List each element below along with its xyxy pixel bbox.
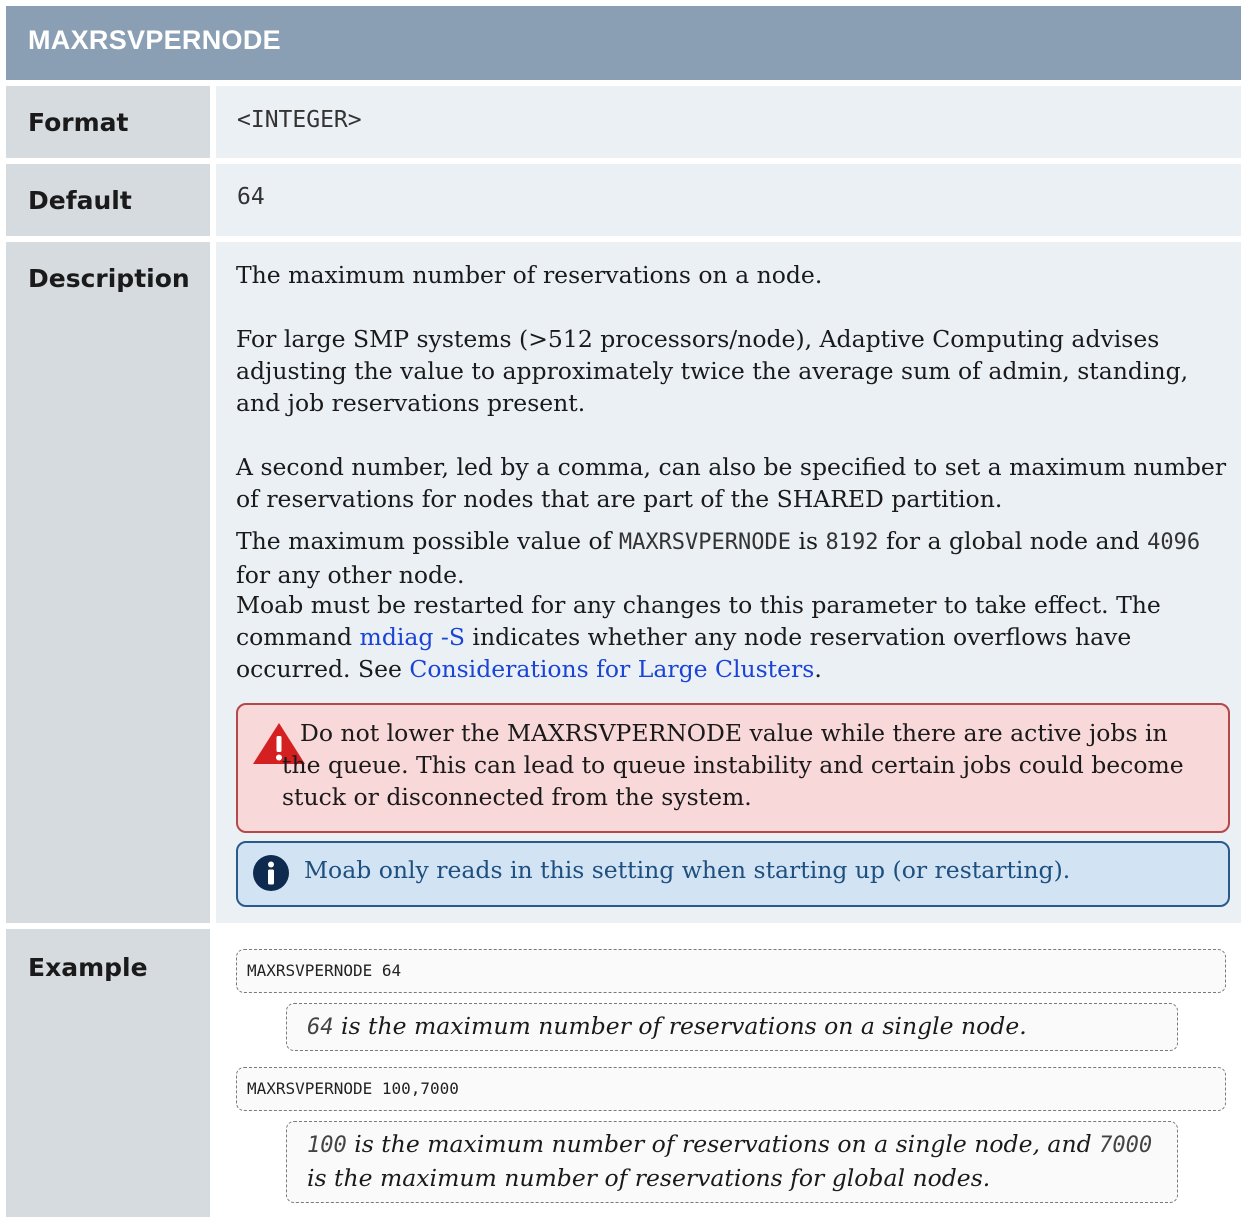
- inline-code: MAXRSVPERNODE: [618, 530, 792, 555]
- example-value-cell: MAXRSVPERNODE 64 64 is the maximum numbe…: [216, 929, 1241, 1217]
- info-text: Moab only reads in this setting when sta…: [304, 856, 1071, 884]
- inline-code: 64: [307, 1015, 334, 1040]
- description-paragraph-4: The maximum possible value of MAXRSVPERN…: [236, 527, 1201, 589]
- description-value-cell: The maximum number of reservations on a …: [216, 242, 1241, 923]
- example-row: Example MAXRSVPERNODE 64 64 is the maxim…: [6, 929, 1241, 1217]
- default-row: Default 64: [6, 164, 1241, 236]
- code-block: MAXRSVPERNODE 100,7000: [236, 1067, 1226, 1111]
- large-clusters-link[interactable]: Considerations for Large Clusters: [409, 655, 814, 683]
- parameter-table: MAXRSVPERNODE Format <INTEGER> Default 6…: [6, 6, 1241, 1217]
- inline-code: 8192: [825, 530, 879, 555]
- table-header: MAXRSVPERNODE: [6, 6, 1241, 86]
- inline-code: 100: [307, 1133, 347, 1158]
- parameter-title: MAXRSVPERNODE: [28, 25, 281, 55]
- mdiag-link[interactable]: mdiag -S: [360, 623, 465, 651]
- default-value-cell: 64: [216, 164, 1241, 236]
- warning-box: Do not lower the MAXRSVPERNODE value whi…: [236, 703, 1230, 833]
- info-circle-icon: [253, 855, 289, 891]
- description-paragraph-5: Moab must be restarted for any changes t…: [236, 591, 1161, 683]
- inline-code: 4096: [1147, 530, 1201, 555]
- format-value-cell: <INTEGER>: [216, 86, 1241, 158]
- default-label: Default: [28, 186, 132, 215]
- format-value: <INTEGER>: [237, 107, 362, 133]
- warning-text: Do not lower the MAXRSVPERNODE value whi…: [282, 719, 1184, 811]
- description-paragraph-2: For large SMP systems (>512 processors/n…: [236, 325, 1189, 417]
- example-note: 64 is the maximum number of reservations…: [286, 1003, 1178, 1051]
- description-paragraph-3: A second number, led by a comma, can als…: [236, 453, 1227, 513]
- code-text: MAXRSVPERNODE 100,7000: [247, 1079, 459, 1098]
- format-label-cell: Format: [6, 86, 210, 158]
- example-label: Example: [28, 953, 148, 982]
- info-box: Moab only reads in this setting when sta…: [236, 841, 1230, 907]
- default-label-cell: Default: [6, 164, 210, 236]
- example-note: 100 is the maximum number of reservation…: [286, 1121, 1178, 1203]
- format-label: Format: [28, 108, 129, 137]
- inline-code: 7000: [1099, 1133, 1153, 1158]
- description-label-cell: Description: [6, 242, 210, 923]
- default-value: 64: [237, 184, 265, 210]
- description-paragraph-1: The maximum number of reservations on a …: [236, 261, 823, 289]
- example-label-cell: Example: [6, 929, 210, 1217]
- code-block: MAXRSVPERNODE 64: [236, 949, 1226, 993]
- description-row: Description The maximum number of reserv…: [6, 242, 1241, 923]
- description-label: Description: [28, 264, 190, 293]
- code-text: MAXRSVPERNODE 64: [247, 961, 402, 980]
- format-row: Format <INTEGER>: [6, 86, 1241, 158]
